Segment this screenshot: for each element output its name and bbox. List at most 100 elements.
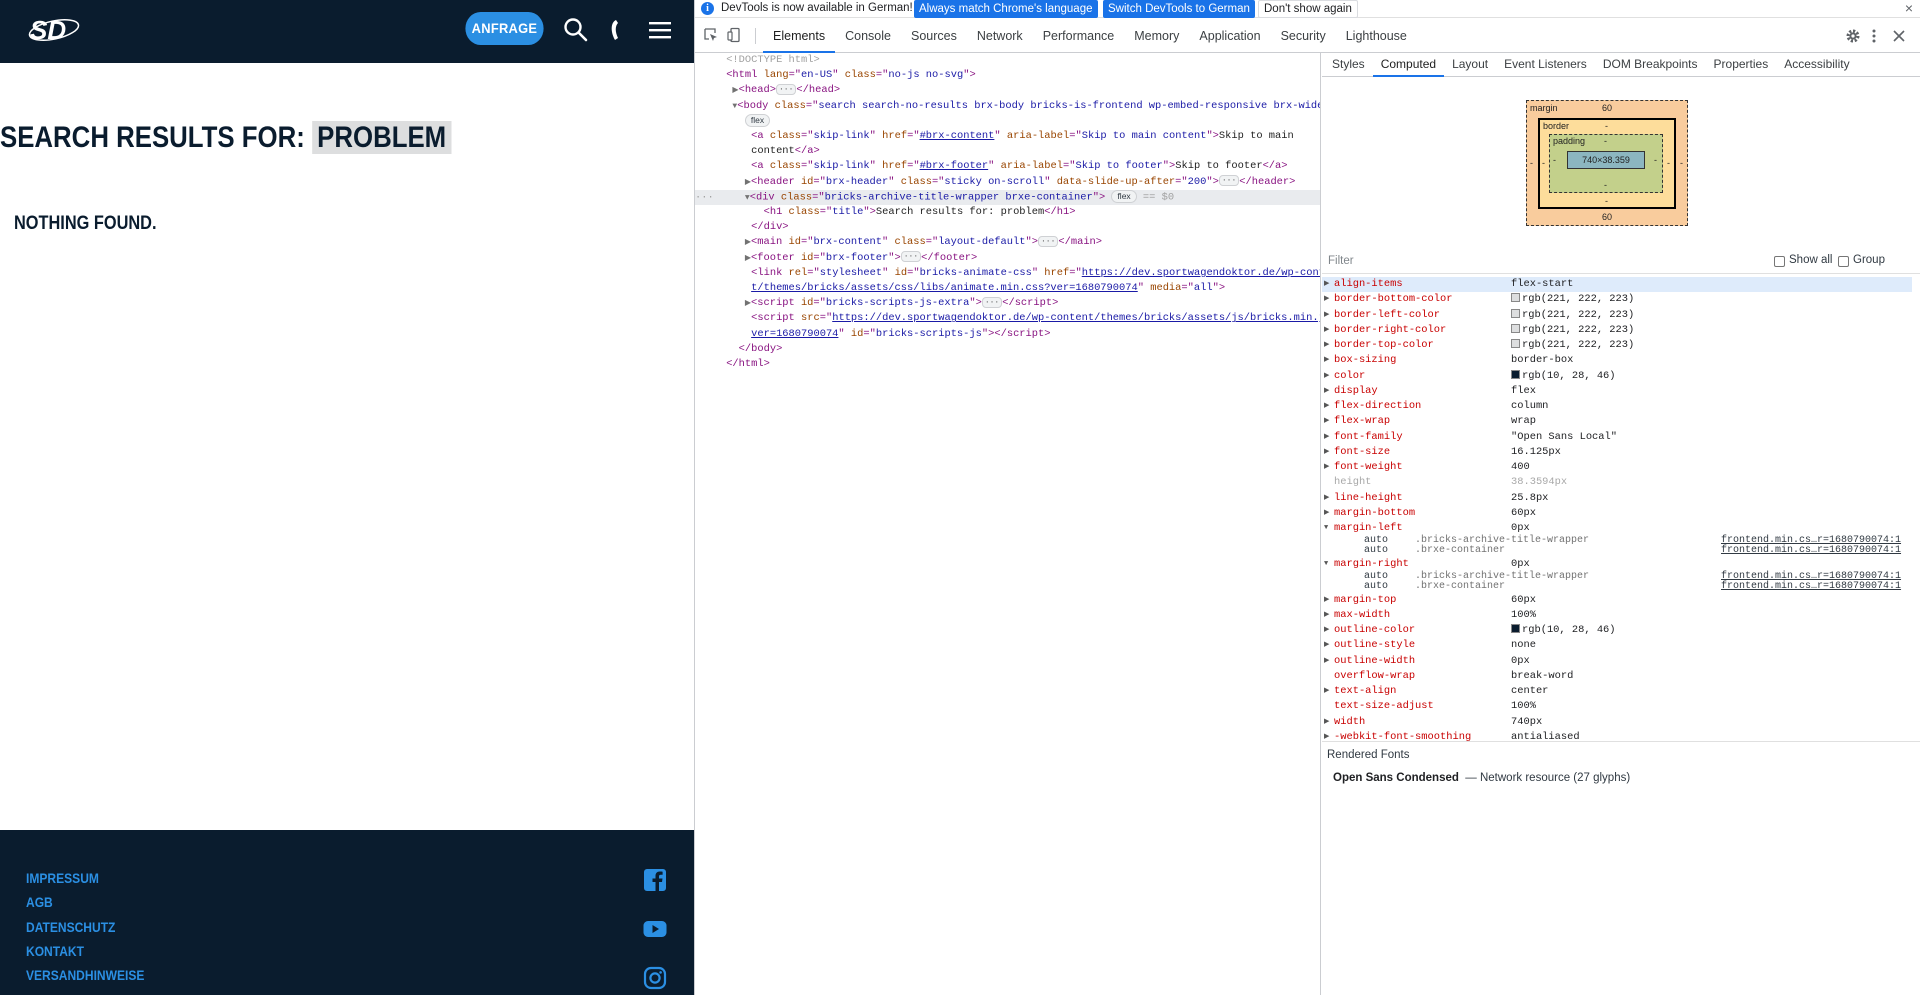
computed-prop-row[interactable]: ▶ outline-style none [1322,638,1912,653]
computed-prop-row[interactable]: text-size-adjust 100% [1322,699,1912,714]
switch-language-button[interactable]: Switch DevTools to German [1103,0,1255,18]
padding-top-value[interactable]: - [1604,136,1607,146]
expand-arrow-icon[interactable]: ▶ [1324,308,1329,323]
dom-line[interactable]: </html> [695,357,1320,372]
instagram-icon[interactable] [643,966,667,990]
expand-arrow-icon[interactable]: ▶ [1324,277,1329,292]
computed-prop-row[interactable]: ▶ width 740px [1322,715,1912,730]
settings-gear-icon[interactable] [1845,28,1861,44]
computed-prop-row[interactable]: ▶ outline-color rgb(10, 28, 46) [1322,623,1912,638]
border-top-value[interactable]: - [1605,121,1608,131]
match-language-button[interactable]: Always match Chrome's language [914,0,1098,18]
color-swatch[interactable] [1511,339,1520,348]
expand-arrow-icon[interactable]: ▶ [1324,338,1329,353]
color-swatch[interactable] [1511,323,1520,333]
group-checkbox[interactable] [1838,256,1849,267]
border-bottom-value[interactable]: - [1605,196,1608,206]
search-icon[interactable] [561,15,591,45]
dom-line[interactable]: content</a> [695,144,1320,159]
computed-prop-row[interactable]: ▶ -webkit-font-smoothing antialiased [1322,730,1912,745]
dom-line[interactable]: </div> [695,220,1320,235]
expand-arrow-icon[interactable]: ▶ [1324,445,1329,460]
tab-event-listeners[interactable]: Event Listeners [1496,53,1595,77]
expand-arrow-icon[interactable]: ▶ [1324,623,1329,638]
expand-arrow-icon[interactable]: ▶ [1324,715,1329,730]
tab-layout[interactable]: Layout [1444,53,1496,77]
expand-arrow-icon[interactable]: ▶ [1324,414,1329,429]
tab-performance[interactable]: Performance [1033,19,1125,53]
computed-prop-row[interactable]: ▶ flex-wrap wrap [1322,414,1912,429]
close-devtools-icon[interactable] [1891,28,1907,44]
padding-left-value[interactable]: - [1553,155,1556,165]
tab-sources[interactable]: Sources [901,19,967,53]
color-swatch[interactable] [1511,308,1520,318]
computed-prop-row[interactable]: overflow-wrap break-word [1322,669,1912,684]
youtube-icon[interactable] [643,917,667,941]
expand-arrow-icon[interactable]: ▶ [1324,292,1329,307]
border-left-value[interactable]: - [1542,158,1545,168]
expand-arrow-icon[interactable]: ▶ [1324,506,1329,521]
tab-elements[interactable]: Elements [763,19,836,53]
flex-badge[interactable]: flex [744,113,771,127]
tab-memory[interactable]: Memory [1124,19,1189,53]
expand-arrow-icon[interactable]: ▶ [1324,684,1329,699]
expand-arrow-icon[interactable]: ▶ [1324,491,1329,506]
color-swatch[interactable] [1511,293,1520,303]
footer-link-kontakt[interactable]: KONTAKT [26,939,144,963]
tab-security[interactable]: Security [1271,19,1336,53]
dom-line[interactable]: flex [695,113,1320,129]
tab-console[interactable]: Console [835,19,901,53]
computed-prop-row[interactable]: ▶ align-items flex-start [1322,277,1912,292]
prop-source-row[interactable]: auto .brxe-container frontend.min.cs…r=168… [1322,545,1912,557]
computed-prop-row[interactable]: ▶ display flex [1322,384,1912,399]
color-swatch[interactable] [1511,624,1520,633]
expand-arrow-icon[interactable]: ▶ [1324,730,1329,745]
margin-left-value[interactable]: - [1530,158,1533,168]
device-toolbar-icon[interactable] [727,27,743,43]
tab-network[interactable]: Network [967,19,1033,53]
phone-icon[interactable] [602,15,632,45]
expand-arrow-icon[interactable]: ▶ [1324,430,1329,445]
box-model-border[interactable]: border - - - - padding - - - - 740×38.35… [1538,118,1676,209]
dom-line[interactable]: <a class="skip-link" href="#brx-content"… [695,129,1320,144]
computed-prop-row[interactable]: ▶ border-left-color rgb(221, 222, 223) [1322,308,1912,323]
computed-prop-row[interactable]: ▶ margin-bottom 60px [1322,506,1912,521]
dom-line[interactable]: ▶<footer id="brx-footer"> ··· </footer> [695,251,1320,266]
computed-prop-row[interactable]: height 38.3594px [1322,475,1912,490]
computed-prop-row[interactable]: ▼ margin-left 0px [1322,521,1912,536]
computed-prop-row[interactable]: ▶ max-width 100% [1322,608,1912,623]
computed-prop-row[interactable]: ▶ border-top-color rgb(221, 222, 223) [1322,338,1912,353]
dom-line[interactable]: ▶<head> ··· </head> [695,83,1320,98]
dom-line[interactable]: ▶<header id="brx-header" class="sticky o… [695,175,1320,190]
dom-line[interactable]: ▶<main id="brx-content" class="layout-de… [695,235,1320,250]
padding-bottom-value[interactable]: - [1604,180,1607,190]
dom-line[interactable]: <!DOCTYPE html> [695,53,1320,68]
expand-arrow-icon[interactable]: ▶ [1324,353,1329,368]
dom-line[interactable]: <a class="skip-link" href="#brx-footer" … [695,159,1320,174]
expand-arrow-icon[interactable]: ▶ [1324,593,1329,608]
tab-application[interactable]: Application [1189,19,1270,53]
prop-source-row[interactable]: auto .brxe-container frontend.min.cs…r=168… [1322,581,1912,593]
sd-logo-icon[interactable]: SD [24,12,80,48]
expand-arrow-icon[interactable]: ▶ [1324,384,1329,399]
facebook-icon[interactable] [643,868,667,892]
footer-link-datenschutz[interactable]: DATENSCHUTZ [26,915,144,939]
tab-properties[interactable]: Properties [1706,53,1777,77]
collapse-arrow-icon[interactable]: ▼ [1324,557,1328,572]
computed-prop-row[interactable]: ▶ margin-top 60px [1322,593,1912,608]
dont-show-again-button[interactable]: Don't show again [1258,0,1358,18]
tab-computed[interactable]: Computed [1372,53,1445,77]
footer-link-impressum[interactable]: IMPRESSUM [26,866,144,890]
margin-right-value[interactable]: - [1680,158,1683,168]
computed-prop-row[interactable]: ▶ font-weight 400 [1322,460,1912,475]
tab-lighthouse[interactable]: Lighthouse [1336,19,1417,53]
border-right-value[interactable]: - [1667,158,1670,168]
dom-line[interactable]: t/themes/bricks/assets/css/libs/animate.… [695,281,1320,296]
computed-prop-row[interactable]: ▶ flex-direction column [1322,399,1912,414]
expand-arrow-icon[interactable]: ▶ [1324,369,1329,384]
dom-line[interactable]: <h1 class="title">Search results for: pr… [695,205,1320,220]
box-model-margin[interactable]: margin 60 60 - - border - - - - padding … [1526,100,1688,226]
dom-line[interactable]: ▶<script id="bricks-scripts-js-extra"> ··… [695,296,1320,311]
computed-prop-row[interactable]: ▶ color rgb(10, 28, 46) [1322,369,1912,384]
dom-line[interactable]: </body> [695,342,1320,357]
